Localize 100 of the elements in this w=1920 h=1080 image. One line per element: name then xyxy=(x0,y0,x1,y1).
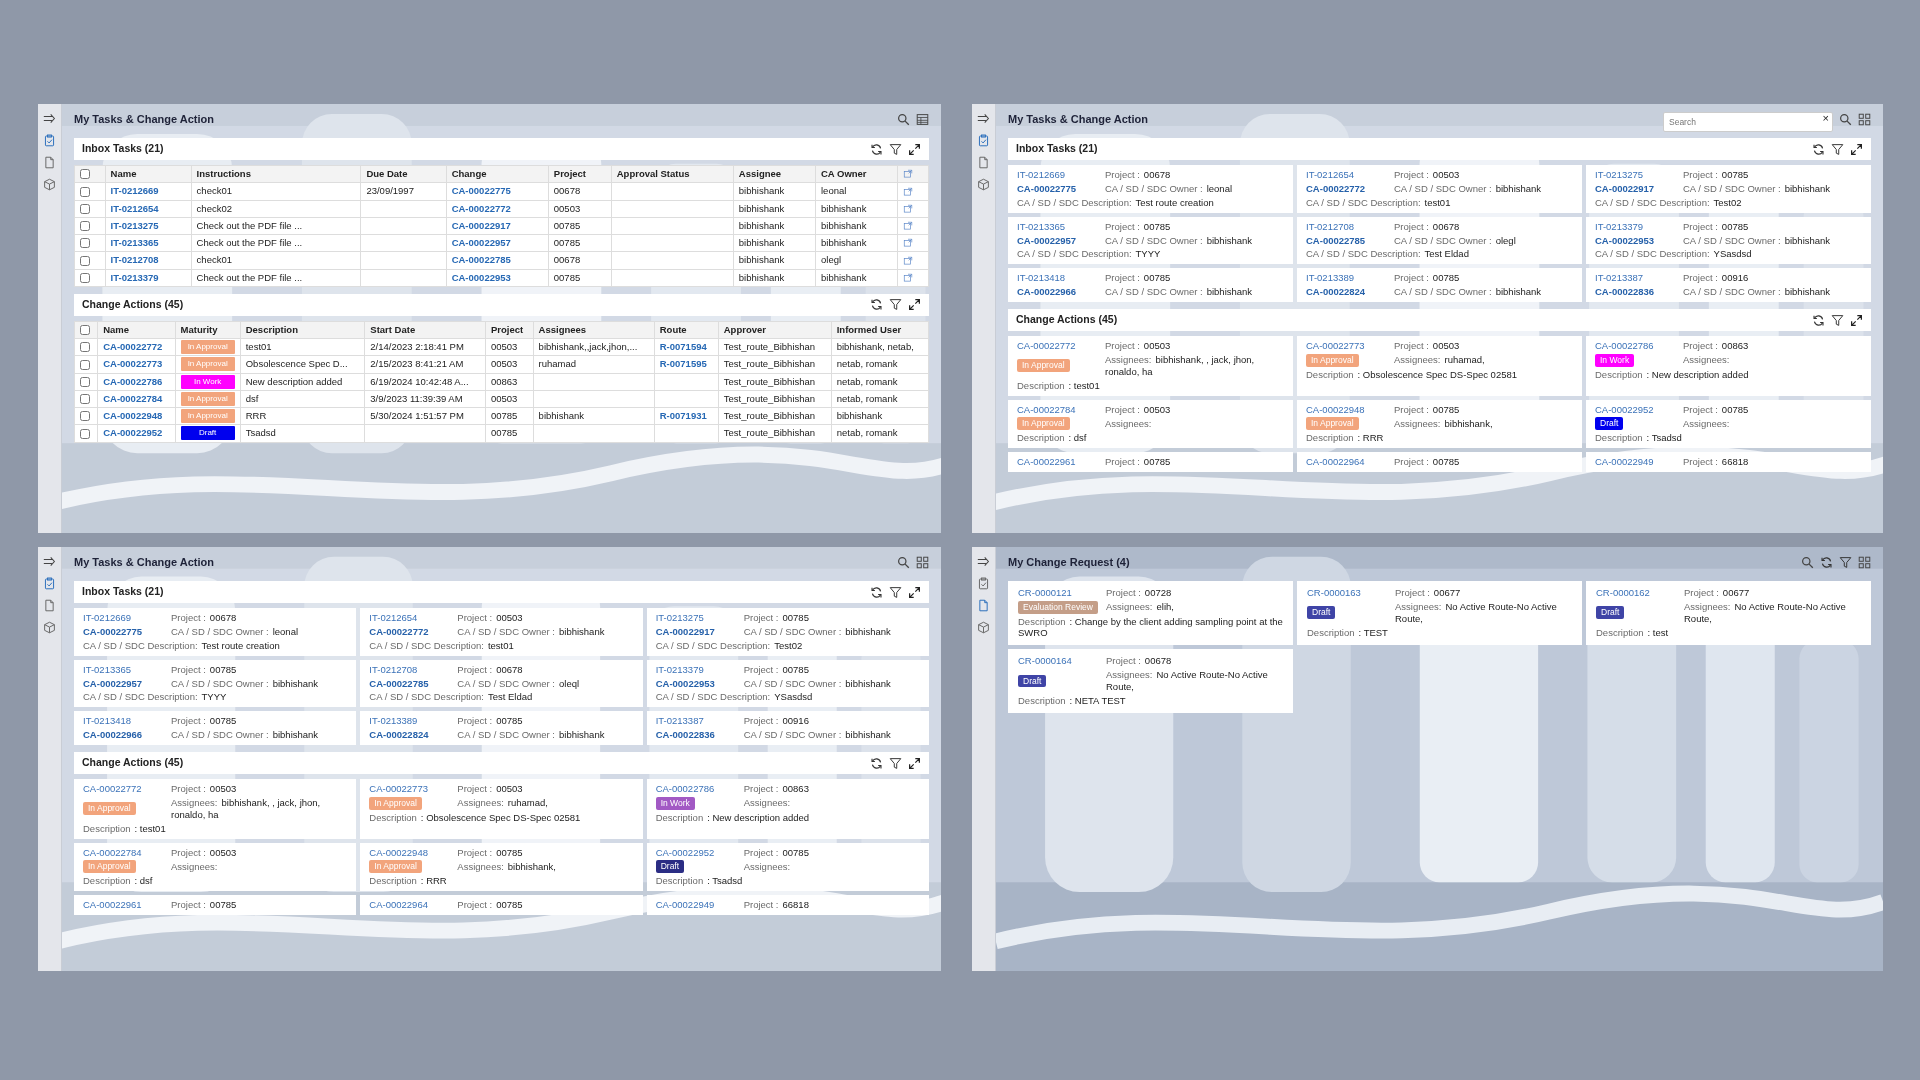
record-link[interactable]: CA-00022917 xyxy=(655,625,715,638)
expand-icon[interactable] xyxy=(908,585,921,599)
select-all-checkbox[interactable] xyxy=(80,169,90,180)
filter-icon[interactable] xyxy=(889,142,902,156)
record-link[interactable]: CA-00022784 xyxy=(83,846,142,859)
refresh-icon[interactable] xyxy=(1820,556,1833,569)
record-link[interactable]: CA-00022964 xyxy=(1306,455,1365,468)
column-header[interactable]: Start Date xyxy=(364,321,486,339)
record-link[interactable]: CA-00022772 xyxy=(1017,340,1076,352)
row-checkbox[interactable] xyxy=(80,186,90,197)
record-link[interactable]: IT-0213389 xyxy=(369,715,418,728)
record-link[interactable]: IT-0213387 xyxy=(655,715,704,728)
search-icon[interactable] xyxy=(897,556,910,569)
record-link[interactable]: CA-00022824 xyxy=(369,729,429,741)
record-link[interactable]: CA-00022824 xyxy=(1306,286,1366,298)
record-link[interactable]: IT-0213379 xyxy=(1595,220,1644,233)
expand-icon[interactable] xyxy=(908,142,921,156)
select-all-checkbox[interactable] xyxy=(80,325,90,336)
record-link[interactable]: CR-0000162 xyxy=(1596,587,1650,599)
row-checkbox[interactable] xyxy=(80,377,90,387)
record-link[interactable]: IT-0212708 xyxy=(369,663,418,676)
clipboard-icon[interactable] xyxy=(43,134,56,147)
column-header[interactable]: Project xyxy=(485,321,534,339)
record-link[interactable]: CA-00022785 xyxy=(369,677,429,690)
open-window-icon[interactable] xyxy=(903,221,914,232)
filter-icon[interactable] xyxy=(889,585,902,599)
cube-icon[interactable] xyxy=(977,621,990,634)
clipboard-icon[interactable] xyxy=(977,577,990,590)
column-header[interactable]: Due Date xyxy=(360,165,447,183)
open-window-icon[interactable] xyxy=(903,238,914,249)
column-header[interactable]: Assignees xyxy=(533,321,655,339)
row-checkbox[interactable] xyxy=(80,204,90,214)
record-link[interactable]: CR-0000121 xyxy=(1018,587,1072,599)
record-link[interactable]: IT-0212669 xyxy=(1017,169,1066,181)
record-link[interactable]: CA-00022966 xyxy=(1017,286,1077,298)
filter-icon[interactable] xyxy=(889,756,902,770)
record-link[interactable]: CR-0000163 xyxy=(1307,587,1361,599)
column-header[interactable]: Name xyxy=(97,321,176,339)
row-checkbox[interactable] xyxy=(80,255,90,266)
record-link[interactable]: CA-00022785 xyxy=(1306,234,1366,247)
record-link[interactable]: CA-00022952 xyxy=(1595,403,1654,416)
cube-icon[interactable] xyxy=(43,178,56,191)
record-link[interactable]: IT-0213387 xyxy=(1595,272,1644,285)
record-link[interactable]: CA-00022949 xyxy=(655,898,715,911)
column-header[interactable]: Instructions xyxy=(191,165,361,183)
grid-icon[interactable] xyxy=(1858,556,1871,569)
collapse-arrow-icon[interactable] xyxy=(43,555,56,568)
search-icon[interactable] xyxy=(1801,556,1814,569)
column-header[interactable]: Assignee xyxy=(733,165,816,183)
document-icon[interactable] xyxy=(977,156,990,169)
column-header[interactable]: Informed User xyxy=(831,321,929,339)
open-window-icon[interactable] xyxy=(903,186,914,197)
column-header[interactable]: Name xyxy=(105,165,192,183)
refresh-icon[interactable] xyxy=(870,142,883,156)
record-link[interactable]: CA-00022775 xyxy=(83,625,143,638)
record-link[interactable]: CA-00022949 xyxy=(1595,455,1654,468)
cube-icon[interactable] xyxy=(977,178,990,191)
column-header[interactable]: Approver xyxy=(718,321,832,339)
refresh-icon[interactable] xyxy=(870,585,883,599)
open-window-icon[interactable] xyxy=(903,169,914,180)
record-link[interactable]: CA-00022948 xyxy=(1306,403,1365,416)
record-link[interactable]: IT-0212654 xyxy=(1306,169,1355,181)
record-link[interactable]: CA-00022786 xyxy=(1595,340,1654,352)
record-link[interactable]: CA-00022957 xyxy=(83,677,143,690)
record-link[interactable]: CA-00022953 xyxy=(655,677,715,690)
collapse-arrow-icon[interactable] xyxy=(977,112,990,125)
row-checkbox[interactable] xyxy=(80,394,90,405)
record-link[interactable]: IT-0213275 xyxy=(655,612,704,624)
filter-icon[interactable] xyxy=(889,298,902,312)
row-checkbox[interactable] xyxy=(80,411,90,422)
record-link[interactable]: CA-00022786 xyxy=(655,783,715,795)
expand-icon[interactable] xyxy=(908,756,921,770)
column-header[interactable]: Description xyxy=(240,321,365,339)
collapse-arrow-icon[interactable] xyxy=(977,555,990,568)
record-link[interactable]: CA-00022953 xyxy=(1595,234,1655,247)
column-header[interactable]: Route xyxy=(654,321,719,339)
row-checkbox[interactable] xyxy=(80,238,90,249)
document-icon[interactable] xyxy=(977,599,990,612)
record-link[interactable]: IT-0213418 xyxy=(1017,272,1066,285)
record-link[interactable]: CA-00022917 xyxy=(1595,182,1655,195)
refresh-icon[interactable] xyxy=(870,756,883,770)
open-window-icon[interactable] xyxy=(903,255,914,266)
filter-icon[interactable] xyxy=(1839,556,1852,569)
record-link[interactable]: CA-00022966 xyxy=(83,729,143,741)
search-icon[interactable] xyxy=(1839,113,1852,126)
record-link[interactable]: IT-0213389 xyxy=(1306,272,1355,285)
refresh-icon[interactable] xyxy=(1812,142,1825,156)
record-link[interactable]: IT-0213379 xyxy=(655,663,704,676)
refresh-icon[interactable] xyxy=(870,298,883,312)
row-checkbox[interactable] xyxy=(80,273,90,283)
column-header[interactable]: Approval Status xyxy=(611,165,734,183)
record-link[interactable]: CA-00022773 xyxy=(1306,340,1365,352)
collapse-arrow-icon[interactable] xyxy=(43,112,56,125)
expand-icon[interactable] xyxy=(908,298,921,312)
row-checkbox[interactable] xyxy=(80,221,90,232)
cube-icon[interactable] xyxy=(43,621,56,634)
refresh-icon[interactable] xyxy=(1812,313,1825,327)
open-window-icon[interactable] xyxy=(903,273,914,283)
record-link[interactable]: IT-0212708 xyxy=(1306,220,1355,233)
filter-icon[interactable] xyxy=(1831,313,1844,327)
